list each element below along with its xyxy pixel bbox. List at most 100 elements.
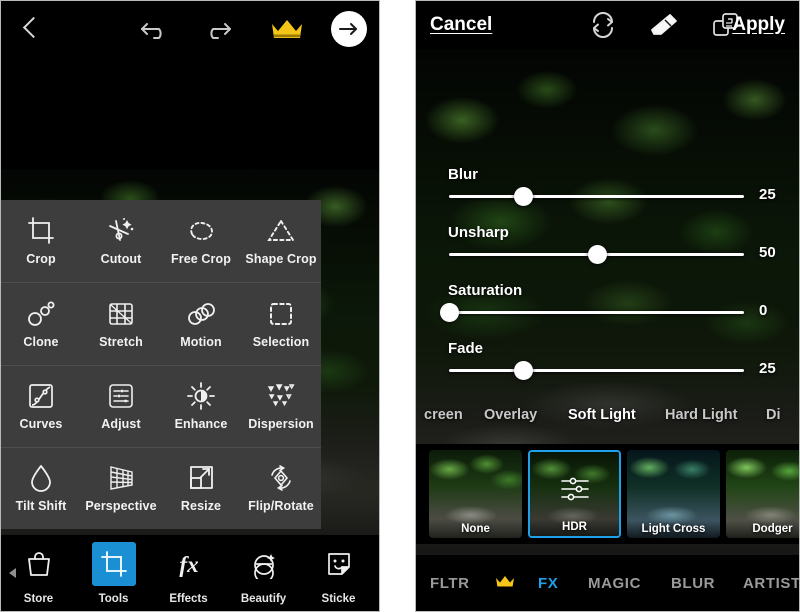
tool-tilt-shift[interactable]: Tilt Shift <box>1 448 81 529</box>
tool-perspective[interactable]: Perspective <box>81 448 161 529</box>
tool-curves[interactable]: Curves <box>1 366 81 447</box>
tool-label: Cutout <box>100 252 142 267</box>
tool-label: Perspective <box>85 499 157 514</box>
tools-row: Clone Stretch Motion Selection <box>1 282 321 364</box>
tab-magic[interactable]: MAGIC <box>588 575 641 592</box>
nav-label: Store <box>23 592 54 605</box>
tool-flip-rotate[interactable]: Flip/Rotate <box>241 448 321 529</box>
tool-enhance[interactable]: Enhance <box>161 366 241 447</box>
nav-label: Sticke <box>321 592 356 605</box>
tool-label: Clone <box>23 334 59 349</box>
preset-dodger[interactable]: Dodger <box>726 450 799 538</box>
tools-row: Crop Cutout Free Crop Shape Crop <box>1 200 321 282</box>
left-top-bar <box>1 1 379 57</box>
nav-item-beautify[interactable]: Beautify <box>226 542 301 605</box>
slider-thumb[interactable] <box>587 245 607 264</box>
tool-stretch[interactable]: Stretch <box>81 283 161 364</box>
slider-track[interactable] <box>449 245 744 264</box>
tools-row: Curves Adjust Enhance Dispersion <box>1 364 321 447</box>
preset-none[interactable]: None <box>429 450 522 538</box>
tool-cutout[interactable]: Cutout <box>81 200 161 282</box>
slider-fade[interactable]: Fade 25 <box>416 335 799 393</box>
nav-label: Effects <box>169 592 208 605</box>
cancel-button[interactable]: Cancel <box>430 14 492 36</box>
preset-light-cross[interactable]: Light Cross <box>627 450 720 538</box>
slider-thumb[interactable] <box>440 303 459 322</box>
stretch-icon <box>106 299 136 329</box>
tool-shape-crop[interactable]: Shape Crop <box>241 200 321 282</box>
tool-selection[interactable]: Selection <box>241 283 321 364</box>
right-phone-screen: Cancel Apply Blur 25 Unsharp 50 Saturati… <box>415 0 800 612</box>
left-phone-screen: Crop Cutout Free Crop Shape Crop Clone S… <box>0 0 380 612</box>
eraser-icon[interactable] <box>648 10 680 40</box>
slider-thumb[interactable] <box>513 187 533 206</box>
arrow-right-circle-icon[interactable] <box>331 11 367 47</box>
tab-artistic[interactable]: ARTIST <box>743 575 799 592</box>
tool-free-crop[interactable]: Free Crop <box>161 200 241 282</box>
slider-thumb[interactable] <box>513 361 533 380</box>
nav-label: Tools <box>98 592 129 605</box>
nav-item-effects[interactable]: fx Effects <box>151 542 226 605</box>
adjustment-sliders: Blur 25 Unsharp 50 Saturation 0 Fade 25 <box>416 161 799 393</box>
svg-text:fx: fx <box>179 552 198 577</box>
chevron-left-icon[interactable] <box>19 18 41 40</box>
shape-crop-icon <box>266 216 296 246</box>
preset-label: None <box>461 523 490 535</box>
enhance-icon <box>186 381 216 411</box>
blend-mode-difference[interactable]: Di <box>766 407 781 423</box>
apply-button[interactable]: Apply <box>732 14 785 36</box>
tool-clone[interactable]: Clone <box>1 283 81 364</box>
dispersion-icon <box>266 381 296 411</box>
nav-label: Beautify <box>240 592 287 605</box>
perspective-icon <box>106 463 136 493</box>
left-bottom-nav: Store Tools fx Effects Beautify Sticke <box>1 535 379 611</box>
slider-track[interactable] <box>449 361 744 380</box>
tool-label: Selection <box>252 334 310 349</box>
flip-rotate-icon <box>266 463 296 493</box>
slider-track[interactable] <box>449 187 744 206</box>
preset-thumbnail-strip: None HDR Light Cross Dodger <box>416 444 799 544</box>
slider-track[interactable] <box>440 303 744 322</box>
crown-icon <box>495 574 515 589</box>
slider-value: 50 <box>759 244 776 261</box>
slider-value: 25 <box>759 360 776 377</box>
tool-dispersion[interactable]: Dispersion <box>241 366 321 447</box>
tool-motion[interactable]: Motion <box>161 283 241 364</box>
blend-mode-overlay[interactable]: Overlay <box>484 407 537 423</box>
tool-label: Stretch <box>99 334 143 349</box>
undo-arrow-icon[interactable] <box>139 16 173 42</box>
preset-hdr[interactable]: HDR <box>528 450 621 538</box>
crop-icon <box>91 541 136 586</box>
nav-item-tools[interactable]: Tools <box>76 541 151 605</box>
preset-label: Light Cross <box>641 523 706 535</box>
sliders-icon <box>554 473 596 505</box>
tab-fx[interactable]: FX <box>538 575 558 592</box>
tool-resize[interactable]: Resize <box>161 448 241 529</box>
cutout-icon <box>106 216 136 246</box>
slider-value: 0 <box>759 302 768 319</box>
right-bottom-tabs: FLTR FX MAGIC BLUR ARTIST <box>416 555 799 611</box>
tool-label: Enhance <box>174 417 228 432</box>
tool-label: Crop <box>26 252 56 267</box>
motion-icon <box>186 299 216 329</box>
tool-label: Free Crop <box>171 252 231 267</box>
tool-label: Shape Crop <box>245 252 317 267</box>
tool-adjust[interactable]: Adjust <box>81 366 161 447</box>
slider-unsharp[interactable]: Unsharp 50 <box>416 219 799 277</box>
crown-icon[interactable] <box>269 16 305 42</box>
slider-blur[interactable]: Blur 25 <box>416 161 799 219</box>
tab-fltr[interactable]: FLTR <box>430 575 470 592</box>
slider-saturation[interactable]: Saturation 0 <box>416 277 799 335</box>
tab-blur[interactable]: BLUR <box>671 575 715 592</box>
redo-arrow-icon[interactable] <box>199 16 233 42</box>
selection-icon <box>266 299 296 329</box>
nav-item-stickers[interactable]: Sticke <box>301 542 376 605</box>
tool-label: Resize <box>180 499 222 514</box>
blend-mode-soft-light[interactable]: Soft Light <box>568 407 636 423</box>
refresh-loop-icon[interactable] <box>587 10 619 40</box>
blend-mode-hard-light[interactable]: Hard Light <box>665 407 738 423</box>
screenshot-root: Crop Cutout Free Crop Shape Crop Clone S… <box>0 0 800 612</box>
blend-mode-screen[interactable]: creen <box>424 407 463 423</box>
chevron-left-small-icon[interactable] <box>9 568 16 578</box>
tool-crop[interactable]: Crop <box>1 200 81 282</box>
